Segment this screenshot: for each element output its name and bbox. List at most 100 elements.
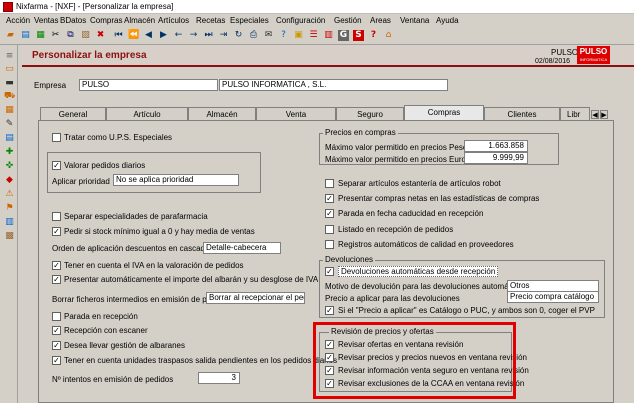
tratar-ups-checkbox[interactable] bbox=[52, 133, 61, 142]
book-icon[interactable]: ▥ bbox=[4, 217, 15, 228]
first-icon[interactable]: ⏮ bbox=[113, 30, 124, 41]
separar-parafarmacia-label: Separar especialidades de parafarmacia bbox=[64, 212, 208, 221]
menu-almacen[interactable]: Almacén bbox=[124, 16, 155, 25]
pedir-stock-checkbox[interactable]: ✓ bbox=[52, 227, 61, 236]
separar-parafarmacia-checkbox[interactable] bbox=[52, 212, 61, 221]
devoluciones-automaticas-checkbox[interactable]: ✓ bbox=[325, 267, 334, 276]
save-icon[interactable]: ▦ bbox=[35, 30, 46, 41]
list-icon[interactable]: ☰ bbox=[308, 30, 319, 41]
tab-compras[interactable]: Compras bbox=[404, 105, 484, 121]
tab-seguro[interactable]: Seguro bbox=[336, 107, 404, 121]
tab-general[interactable]: General bbox=[40, 107, 106, 121]
diamond-icon[interactable]: ◆ bbox=[4, 175, 15, 186]
orden-field[interactable]: Detalle-cabecera bbox=[203, 242, 281, 254]
tener-traspasos-label: Tener en cuenta unidades traspasos salid… bbox=[64, 356, 338, 365]
copy-icon[interactable]: ⧉ bbox=[65, 30, 76, 41]
warning-icon[interactable]: ⚠ bbox=[4, 189, 15, 200]
menu-configuracion[interactable]: Configuración bbox=[276, 16, 325, 25]
tener-iva-checkbox[interactable]: ✓ bbox=[52, 261, 61, 270]
registros-calidad-checkbox[interactable] bbox=[325, 240, 334, 249]
tab-scroll-right[interactable]: ▶ bbox=[600, 110, 608, 119]
s-icon[interactable]: S bbox=[353, 30, 364, 41]
cart-icon[interactable]: ⛟ bbox=[4, 91, 15, 102]
refresh-icon[interactable]: ↻ bbox=[233, 30, 244, 41]
menu-compras[interactable]: Compras bbox=[90, 16, 122, 25]
empresa-label: Empresa bbox=[34, 81, 67, 90]
g-icon[interactable]: G bbox=[338, 30, 349, 41]
cash-register-icon[interactable]: ▬ bbox=[4, 78, 15, 89]
window-icon[interactable]: ▣ bbox=[293, 30, 304, 41]
borrar-field[interactable]: Borrar al recepcionar el pedido bbox=[206, 292, 305, 304]
euros-field[interactable]: 9.999,99 bbox=[464, 152, 528, 164]
borrar-label: Borrar ficheros intermedios en emisión d… bbox=[52, 295, 231, 304]
prev-icon[interactable]: ◀ bbox=[143, 30, 154, 41]
aplicar-prioridad-field[interactable]: No se aplica prioridad bbox=[113, 174, 239, 186]
app-icon bbox=[3, 2, 13, 12]
forward-arrow-icon[interactable]: → bbox=[188, 30, 199, 41]
pesetas-field[interactable]: 1.663.858 bbox=[464, 140, 528, 152]
grid-icon[interactable]: ▥ bbox=[323, 30, 334, 41]
back-arrow-icon[interactable]: ← bbox=[173, 30, 184, 41]
si-precio-checkbox[interactable]: ✓ bbox=[325, 306, 334, 315]
table-icon[interactable]: ▤ bbox=[4, 133, 15, 144]
tratar-ups-label: Tratar como U.P.S. Especiales bbox=[64, 133, 173, 142]
menu-ventana[interactable]: Ventana bbox=[400, 16, 429, 25]
menu-accion[interactable]: Acción bbox=[6, 16, 30, 25]
next-icon[interactable]: ▶ bbox=[158, 30, 169, 41]
help-icon[interactable]: ? bbox=[278, 30, 289, 41]
empresa-name-field[interactable]: PULSO INFORMATICA , S.L. bbox=[219, 79, 448, 91]
parada-caducidad-checkbox[interactable]: ✓ bbox=[325, 209, 334, 218]
menu-ayuda[interactable]: Ayuda bbox=[436, 16, 459, 25]
menu-articulos[interactable]: Artículos bbox=[158, 16, 189, 25]
separar-robot-checkbox[interactable] bbox=[325, 179, 334, 188]
menu-recetas[interactable]: Recetas bbox=[196, 16, 225, 25]
box-icon[interactable]: ▦ bbox=[4, 105, 15, 116]
tener-traspasos-checkbox[interactable]: ✓ bbox=[52, 356, 61, 365]
parada-recepcion-checkbox[interactable] bbox=[52, 312, 61, 321]
tab-clientes[interactable]: Clientes bbox=[484, 107, 560, 121]
menu-bar: Acción Ventas BDatos Compras Almacén Art… bbox=[0, 14, 634, 27]
left-toolbar: ≡ ▭ ▬ ⛟ ▦ ✎ ▤ ✚ ✜ ◆ ⚠ ⚑ ▥ ▩ bbox=[0, 45, 18, 403]
precio-field[interactable]: Precio compra catálogo bbox=[507, 291, 599, 303]
delete-icon[interactable]: ✖ bbox=[95, 30, 106, 41]
listado-recepcion-checkbox[interactable] bbox=[325, 225, 334, 234]
home-icon[interactable]: ⌂ bbox=[383, 30, 394, 41]
menu-ventas[interactable]: Ventas bbox=[34, 16, 58, 25]
tab-almacen[interactable]: Almacén bbox=[188, 107, 256, 121]
presentar-importe-checkbox[interactable]: ✓ bbox=[52, 275, 61, 284]
cut-icon[interactable]: ✂ bbox=[50, 30, 61, 41]
last-icon[interactable]: ⏭ bbox=[203, 30, 214, 41]
orden-label: Orden de aplicación descuentos en cascad… bbox=[52, 244, 210, 253]
document-icon[interactable]: ▤ bbox=[20, 30, 31, 41]
tab-libros[interactable]: Libr bbox=[560, 107, 590, 121]
tab-venta[interactable]: Venta bbox=[256, 107, 336, 121]
valorar-checkbox[interactable]: ✓ bbox=[52, 161, 61, 170]
cross-icon[interactable]: ✜ bbox=[4, 161, 15, 172]
end-icon[interactable]: ⇥ bbox=[218, 30, 229, 41]
menu-icon[interactable]: ≡ bbox=[4, 51, 15, 62]
menu-bdatos[interactable]: BDatos bbox=[60, 16, 86, 25]
menu-areas[interactable]: Areas bbox=[370, 16, 391, 25]
intentos-field[interactable]: 3 bbox=[198, 372, 240, 384]
archive-icon[interactable]: ▩ bbox=[4, 231, 15, 242]
print-icon[interactable]: ⎙ bbox=[248, 30, 259, 41]
recepcion-escaner-label: Recepción con escaner bbox=[64, 326, 148, 335]
prev-page-icon[interactable]: ⏪ bbox=[128, 30, 139, 41]
envelope-icon[interactable]: ✉ bbox=[263, 30, 274, 41]
menu-especiales[interactable]: Especiales bbox=[230, 16, 269, 25]
intentos-label: Nº intentos en emisión de pedidos bbox=[52, 375, 174, 384]
presentar-netas-checkbox[interactable]: ✓ bbox=[325, 194, 334, 203]
tab-scroll-left[interactable]: ◀ bbox=[591, 110, 599, 119]
tab-articulo[interactable]: Artículo bbox=[106, 107, 188, 121]
plus-icon[interactable]: ✚ bbox=[4, 147, 15, 158]
id-card-icon[interactable]: ▭ bbox=[4, 64, 15, 75]
paste-icon[interactable]: ▧ bbox=[80, 30, 91, 41]
menu-gestion[interactable]: Gestión bbox=[334, 16, 362, 25]
pen-icon[interactable]: ✎ bbox=[4, 119, 15, 130]
folder-icon[interactable]: ▰ bbox=[5, 30, 16, 41]
flag-icon[interactable]: ⚑ bbox=[4, 203, 15, 214]
empresa-code-field[interactable]: PULSO bbox=[79, 79, 218, 91]
desea-gestion-checkbox[interactable]: ✓ bbox=[52, 341, 61, 350]
recepcion-escaner-checkbox[interactable]: ✓ bbox=[52, 326, 61, 335]
question-icon[interactable]: ? bbox=[368, 30, 379, 41]
